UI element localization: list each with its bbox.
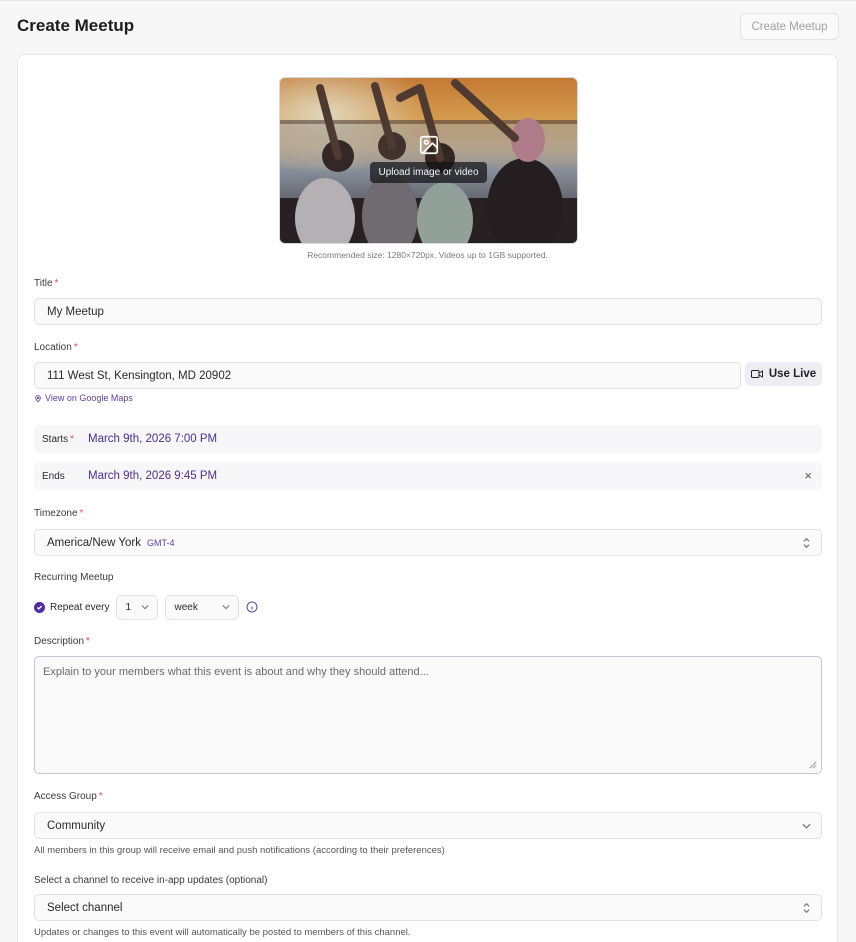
ends-row[interactable]: Ends March 9th, 2026 9:45 PM ×: [34, 462, 822, 490]
repeat-count-select[interactable]: 1: [116, 594, 159, 620]
description-label: Description *: [34, 636, 90, 647]
chevron-down-icon: [802, 823, 811, 829]
chevron-down-icon: [141, 605, 150, 610]
upload-recommendation: Recommended size: 1280×720px. Videos up …: [307, 250, 548, 260]
timezone-label: Timezone *: [34, 508, 84, 519]
check-icon: [36, 605, 43, 610]
channel-label: Select a channel to receive in-app updat…: [34, 875, 268, 886]
channel-select[interactable]: Select channel: [34, 894, 822, 921]
upload-overlay[interactable]: Upload image or video: [280, 134, 577, 183]
repeat-row: Repeat every 1 week: [34, 594, 258, 620]
repeat-checkbox[interactable]: [34, 601, 45, 613]
chevron-up-down-icon: [803, 902, 810, 914]
access-group-select[interactable]: Community: [34, 812, 822, 839]
info-icon[interactable]: [246, 601, 258, 613]
channel-help: Updates or changes to this event will au…: [34, 927, 411, 938]
starts-value[interactable]: March 9th, 2026 7:00 PM: [88, 433, 217, 445]
title-input[interactable]: My Meetup: [34, 298, 822, 325]
top-bar: Create Meetup Create Meetup: [0, 0, 856, 54]
chevron-down-icon: [222, 605, 231, 610]
video-camera-icon: [750, 370, 763, 378]
upload-media-area[interactable]: Upload image or video: [279, 77, 578, 244]
ends-value[interactable]: March 9th, 2026 9:45 PM: [88, 470, 217, 482]
view-on-google-maps-link[interactable]: View on Google Maps: [34, 393, 133, 403]
access-group-label: Access Group *: [34, 791, 103, 802]
resize-handle-icon[interactable]: [809, 761, 817, 769]
starts-row[interactable]: Starts * March 9th, 2026 7:00 PM: [34, 425, 822, 453]
repeat-unit-select[interactable]: week: [165, 594, 240, 620]
upload-label[interactable]: Upload image or video: [370, 162, 487, 183]
create-meetup-button[interactable]: Create Meetup: [740, 13, 839, 40]
clear-end-date-button[interactable]: ×: [804, 468, 812, 483]
image-icon: [419, 135, 438, 155]
description-textarea[interactable]: Explain to your members what this event …: [34, 656, 822, 774]
map-pin-icon: [35, 394, 41, 402]
chevron-up-down-icon: [803, 537, 810, 549]
use-live-button[interactable]: Use Live: [745, 362, 822, 386]
location-input[interactable]: 111 West St, Kensington, MD 20902: [34, 362, 741, 389]
title-label: Title *: [34, 278, 59, 289]
repeat-every-label: Repeat every: [50, 601, 110, 613]
timezone-select[interactable]: America/New York GMT-4: [34, 529, 822, 556]
access-group-help: All members in this group will receive e…: [34, 845, 445, 856]
recurring-label: Recurring Meetup: [34, 572, 114, 583]
location-label: Location *: [34, 342, 78, 353]
ends-label: Ends: [42, 470, 65, 482]
starts-label: Starts *: [42, 433, 75, 445]
timezone-offset-badge: GMT-4: [146, 537, 175, 548]
page-title: Create Meetup: [17, 16, 135, 35]
meetup-form-card: Upload image or video Recommended size: …: [17, 54, 838, 942]
